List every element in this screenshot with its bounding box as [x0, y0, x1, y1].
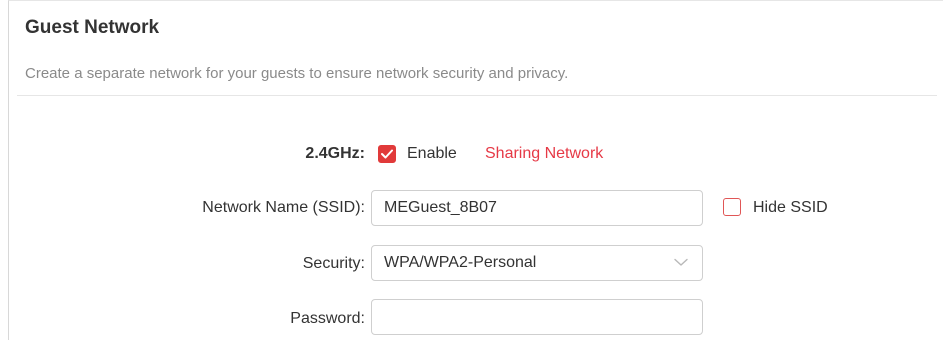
hide-ssid-checkbox[interactable] [723, 198, 741, 216]
guest-network-panel: Guest Network Create a separate network … [8, 0, 943, 340]
ssid-label: Network Name (SSID): [202, 199, 365, 216]
ssid-input[interactable] [371, 190, 703, 226]
sharing-network-link[interactable]: Sharing Network [485, 145, 603, 163]
security-select[interactable]: WPA/WPA2-Personal [371, 245, 703, 281]
section-title: Guest Network [25, 17, 160, 38]
enable-label: Enable [407, 145, 457, 162]
section-description: Create a separate network for your guest… [25, 65, 569, 82]
checkmark-icon [381, 149, 393, 159]
hide-ssid-label: Hide SSID [753, 199, 828, 216]
chevron-down-icon [674, 258, 688, 266]
security-label: Security: [302, 255, 365, 272]
enable-checkbox[interactable] [378, 145, 396, 163]
band-label: 2.4GHz: [305, 145, 365, 162]
password-input[interactable] [371, 299, 703, 335]
security-value: WPA/WPA2-Personal [384, 254, 537, 271]
password-label: Password: [290, 310, 365, 327]
section-divider [17, 95, 937, 96]
